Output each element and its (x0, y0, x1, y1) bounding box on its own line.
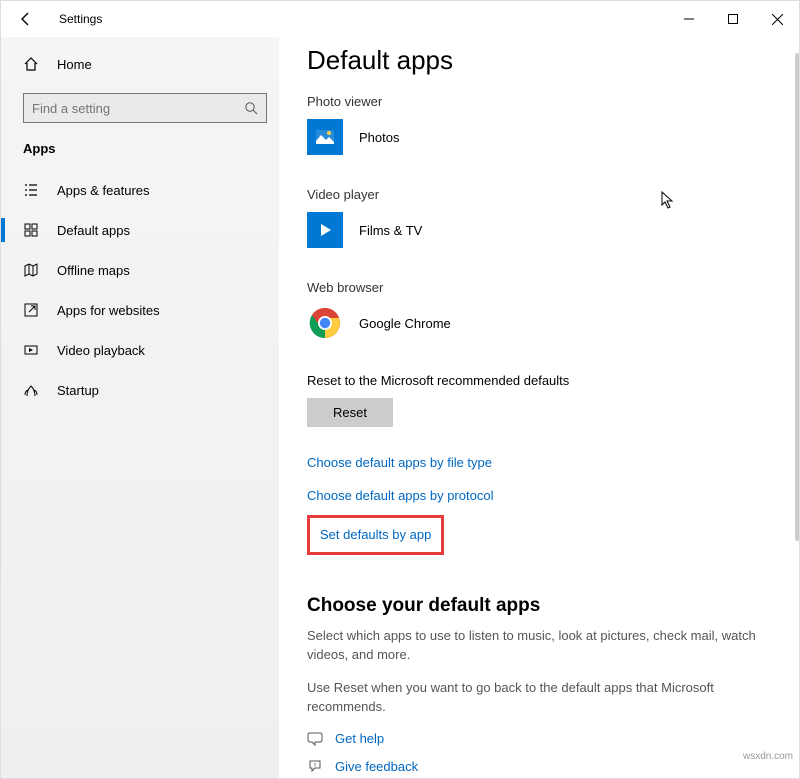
search-icon (244, 101, 258, 115)
cursor-icon (661, 191, 675, 209)
reset-description: Reset to the Microsoft recommended defau… (307, 373, 775, 388)
get-help-link[interactable]: Get help (335, 731, 384, 746)
help-icon (307, 730, 323, 746)
maximize-button[interactable] (711, 4, 755, 34)
sidebar-item-label: Video playback (57, 343, 145, 358)
category-photo-label: Photo viewer (307, 94, 775, 109)
reset-button[interactable]: Reset (307, 398, 393, 427)
give-feedback-link[interactable]: Give feedback (335, 759, 418, 774)
sidebar-item-label: Apps & features (57, 183, 150, 198)
link-by-app[interactable]: Set defaults by app (320, 527, 431, 542)
list-icon (23, 182, 39, 198)
page-title: Default apps (307, 45, 775, 76)
sidebar-item-home[interactable]: Home (1, 45, 279, 83)
sidebar-item-label: Startup (57, 383, 99, 398)
map-icon (23, 262, 39, 278)
sidebar-item-startup[interactable]: Startup (1, 370, 279, 410)
main-content: Default apps Photo viewer Photos Video p… (279, 37, 799, 778)
watermark: wsxdn.com (743, 751, 793, 762)
highlight-box: Set defaults by app (307, 515, 444, 555)
app-name: Photos (359, 130, 399, 145)
search-input[interactable] (23, 93, 267, 123)
give-feedback-row[interactable]: Give feedback (307, 758, 775, 774)
app-video-player[interactable]: Films & TV (307, 212, 775, 248)
choose-desc2: Use Reset when you want to go back to th… (307, 679, 767, 717)
search-field[interactable] (32, 101, 232, 116)
get-help-row[interactable]: Get help (307, 730, 775, 746)
open-icon (23, 302, 39, 318)
category-web-label: Web browser (307, 280, 775, 295)
app-photo-viewer[interactable]: Photos (307, 119, 775, 155)
sidebar-item-apps-websites[interactable]: Apps for websites (1, 290, 279, 330)
sidebar-item-label: Offline maps (57, 263, 130, 278)
sidebar-item-offline-maps[interactable]: Offline maps (1, 250, 279, 290)
window-title: Settings (59, 12, 102, 26)
app-name: Google Chrome (359, 316, 451, 331)
choose-heading: Choose your default apps (307, 595, 775, 617)
back-button[interactable] (15, 8, 37, 30)
home-label: Home (57, 57, 92, 72)
defaults-icon (23, 222, 39, 238)
app-name: Films & TV (359, 223, 422, 238)
video-icon (23, 342, 39, 358)
startup-icon (23, 382, 39, 398)
sidebar-item-label: Default apps (57, 223, 130, 238)
sidebar: Home Apps Apps & features Default apps O… (1, 37, 279, 778)
sidebar-item-default-apps[interactable]: Default apps (1, 210, 279, 250)
home-icon (23, 56, 39, 72)
link-by-protocol[interactable]: Choose default apps by protocol (307, 488, 775, 503)
films-icon (307, 212, 343, 248)
sidebar-item-apps-features[interactable]: Apps & features (1, 170, 279, 210)
sidebar-item-video-playback[interactable]: Video playback (1, 330, 279, 370)
scrollbar[interactable] (795, 53, 799, 541)
feedback-icon (307, 758, 323, 774)
sidebar-section-label: Apps (1, 127, 279, 162)
close-button[interactable] (755, 4, 799, 34)
category-video-label: Video player (307, 187, 775, 202)
link-by-file-type[interactable]: Choose default apps by file type (307, 455, 775, 470)
sidebar-item-label: Apps for websites (57, 303, 160, 318)
minimize-button[interactable] (667, 4, 711, 34)
photos-icon (307, 119, 343, 155)
choose-desc1: Select which apps to use to listen to mu… (307, 627, 767, 665)
chrome-icon (307, 305, 343, 341)
app-web-browser[interactable]: Google Chrome (307, 305, 775, 341)
